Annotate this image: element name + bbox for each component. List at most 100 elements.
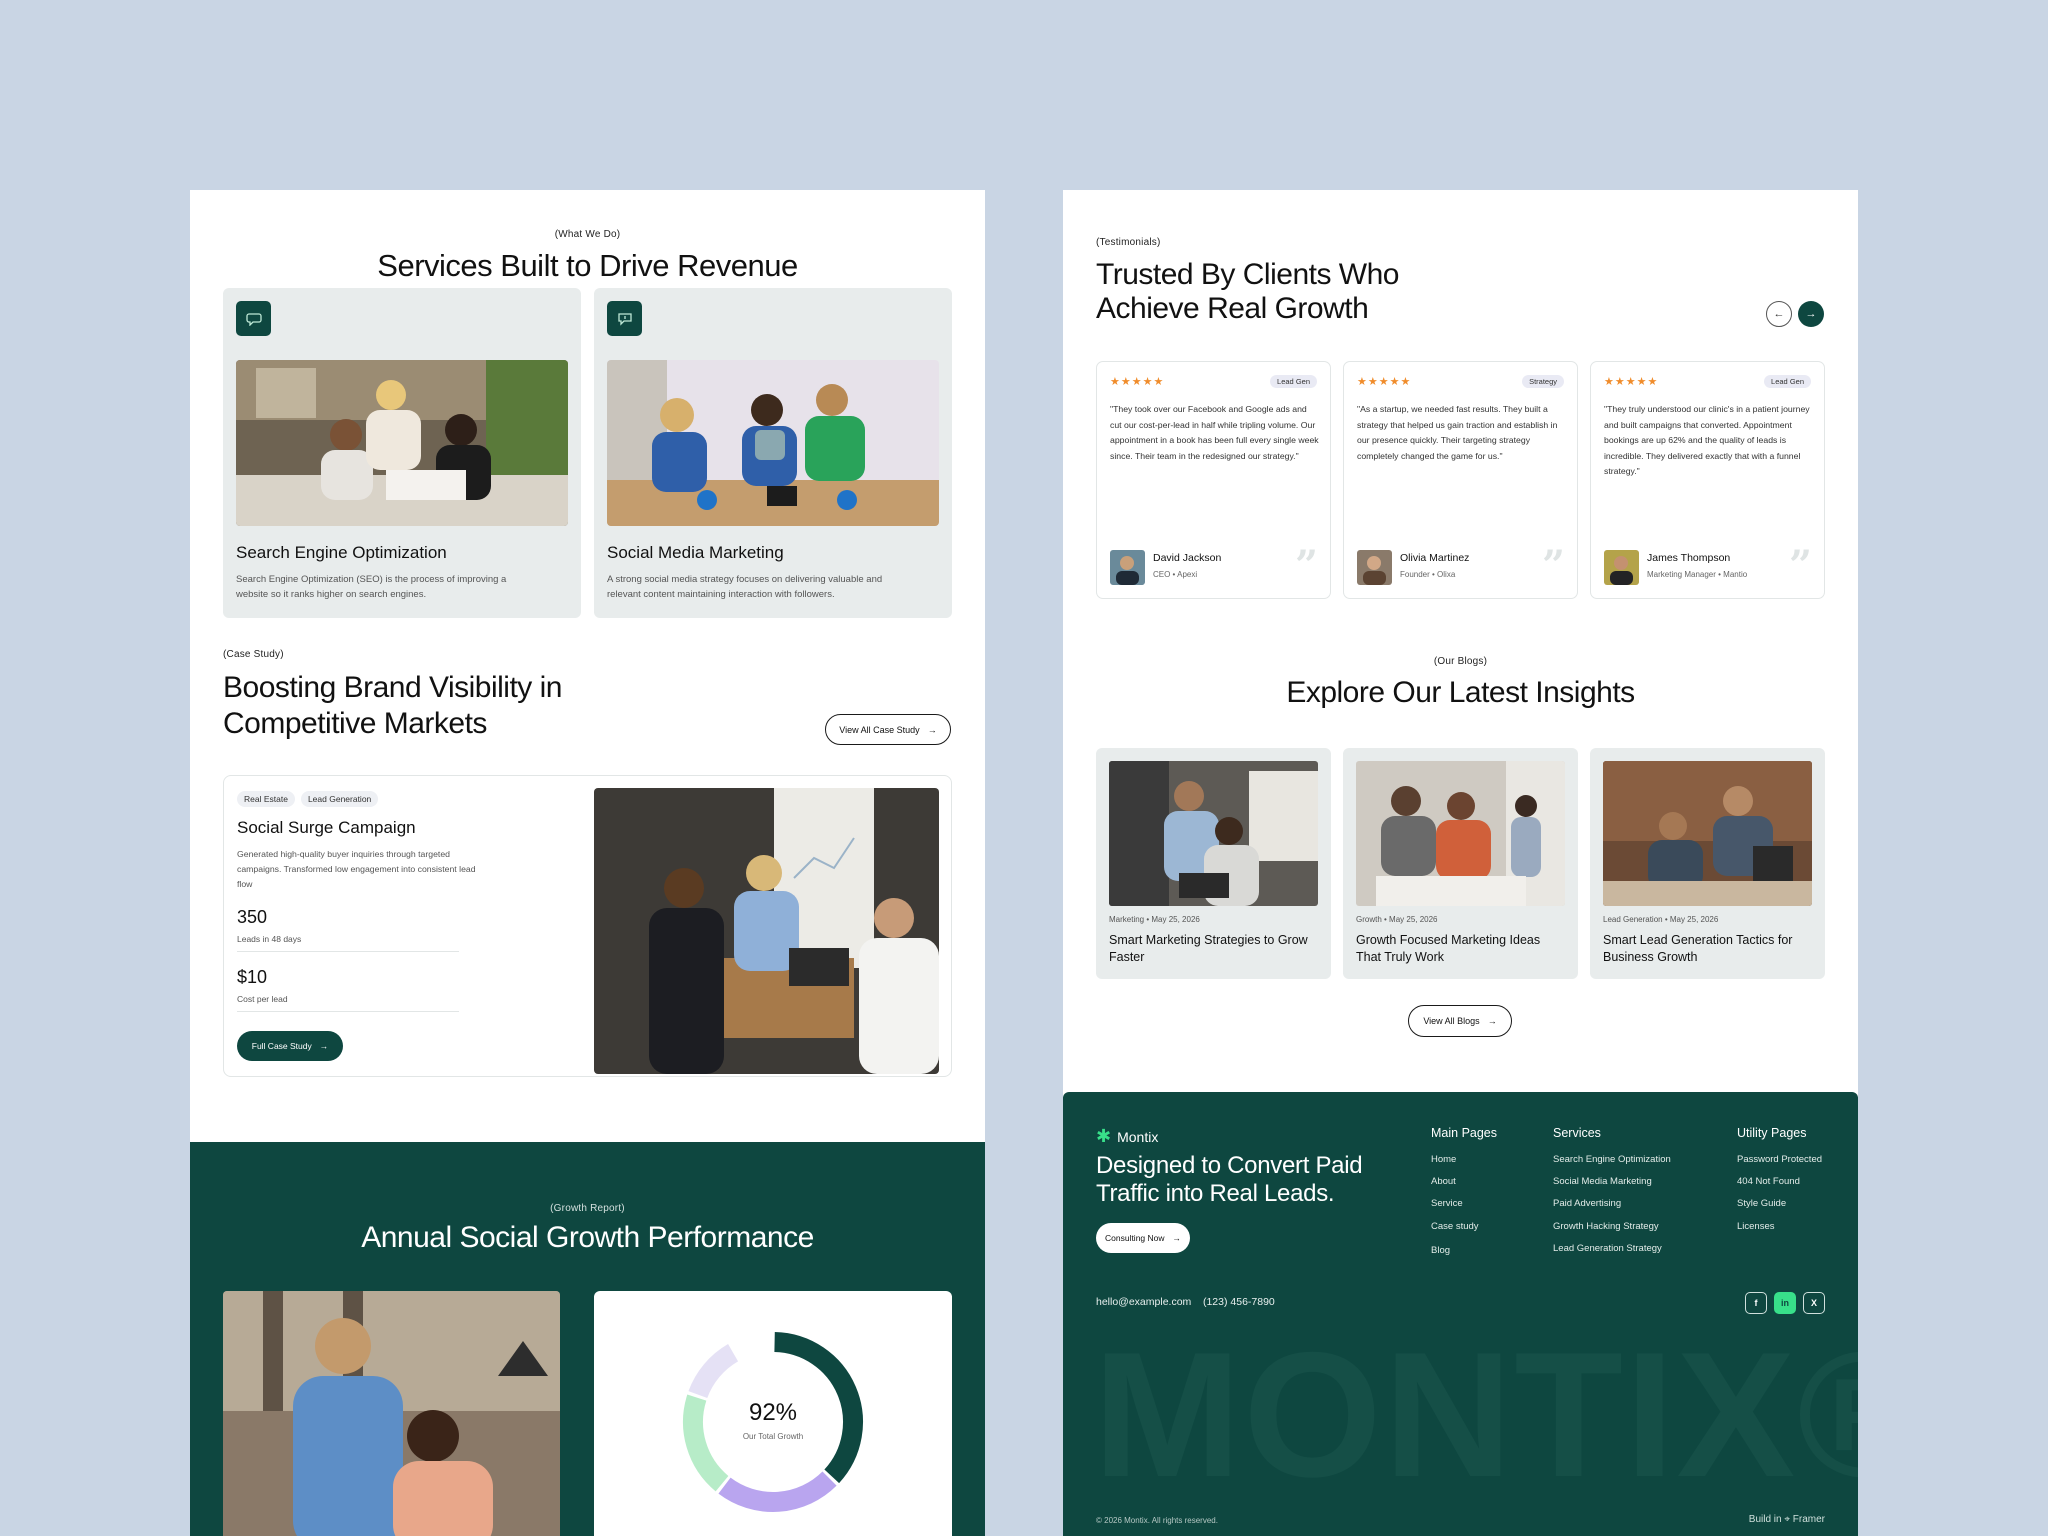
stat-label: Leads in 48 days (237, 934, 302, 944)
testimonial-quote: "They took over our Facebook and Google … (1110, 404, 1319, 461)
footer-link[interactable]: Password Protected (1737, 1154, 1822, 1165)
consulting-now-button[interactable]: Consulting Now → (1096, 1223, 1190, 1253)
avatar (1604, 550, 1639, 585)
donut-label: Our Total Growth (742, 1432, 804, 1441)
footer-link[interactable]: Style Guide (1737, 1198, 1822, 1209)
footer-link[interactable]: 404 Not Found (1737, 1176, 1822, 1187)
button-label: View All Blogs (1423, 1016, 1480, 1026)
services-title: Services Built to Drive Revenue (377, 248, 798, 283)
quote-icon: ” (1541, 542, 1565, 589)
phone-link[interactable]: (123) 456-7890 (1203, 1296, 1275, 1308)
blog-image (1356, 761, 1565, 906)
footer-link[interactable]: Social Media Marketing (1553, 1176, 1671, 1187)
button-label: Consulting Now (1104, 1233, 1165, 1243)
seo-team-image (236, 360, 568, 526)
testimonials-title: Trusted By Clients Who Achieve Real Grow… (1096, 258, 1400, 325)
blog-title: Smart Marketing Strategies to Grow Faste… (1109, 933, 1308, 964)
testimonial-card: ★★★★★ Lead Gen "They truly understood ou… (1590, 361, 1825, 599)
view-all-case-study-button[interactable]: View All Case Study → (825, 714, 951, 745)
service-card-seo[interactable]: Search Engine Optimization Search Engine… (223, 288, 581, 618)
service-name: Search Engine Optimization (236, 543, 447, 562)
blog-card[interactable]: Growth • May 25, 2026 Growth Focused Mar… (1343, 748, 1578, 979)
author-role: Founder • Olixa (1400, 570, 1456, 579)
avatar (1357, 550, 1392, 585)
growth-title: Annual Social Growth Performance (361, 1221, 814, 1254)
blog-card[interactable]: Marketing • May 25, 2026 Smart Marketing… (1096, 748, 1331, 979)
testimonial-card: ★★★★★ Strategy "As a startup, we needed … (1343, 361, 1578, 599)
linkedin-icon[interactable]: in (1774, 1292, 1796, 1314)
footer-column-utility-pages: Utility Pages Password Protected 404 Not… (1737, 1126, 1822, 1243)
column-title: Main Pages (1431, 1126, 1498, 1140)
arrow-right-icon: → (1487, 1016, 1497, 1026)
case-desc: Generated high-quality buyer inquiries t… (237, 849, 476, 889)
prev-arrow-icon[interactable]: ← (1766, 301, 1792, 327)
column-title: Services (1553, 1126, 1601, 1140)
message-icon (607, 301, 642, 336)
blog-meta: Lead Generation • May 25, 2026 (1603, 915, 1719, 924)
footer-link[interactable]: Paid Advertising (1553, 1198, 1671, 1209)
asterisk-logo-icon: ✱ (1096, 1126, 1112, 1146)
star-rating: ★★★★★ (1604, 376, 1659, 388)
footer: ✱ Montix Designed to Convert Paid Traffi… (1063, 1092, 1858, 1536)
service-name: Social Media Marketing (607, 543, 784, 562)
column-title: Utility Pages (1737, 1126, 1807, 1140)
author-name: James Thompson (1647, 552, 1731, 564)
chip: Real Estate (237, 791, 295, 807)
facebook-icon[interactable]: f (1745, 1292, 1767, 1314)
footer-link[interactable]: Service (1431, 1198, 1497, 1209)
growth-tag: (Growth Report) (550, 1203, 625, 1214)
footer-link[interactable]: Growth Hacking Strategy (1553, 1221, 1671, 1232)
arrow-right-icon: → (927, 724, 937, 735)
stat-value: $10 (237, 967, 268, 987)
footer-link[interactable]: Lead Generation Strategy (1553, 1243, 1671, 1254)
service-desc: Search Engine Optimization (SEO) is the … (236, 574, 507, 600)
divider (237, 1011, 459, 1012)
blog-card[interactable]: Lead Generation • May 25, 2026 Smart Lea… (1590, 748, 1825, 979)
blog-title: Growth Focused Marketing Ideas That Trul… (1356, 933, 1541, 964)
donut-segment-secondary (718, 1471, 837, 1512)
testimonial-card: ★★★★★ Lead Gen "They took over our Faceb… (1096, 361, 1331, 599)
quote-icon: ” (1788, 542, 1812, 589)
services-tag: (What We Do) (554, 229, 621, 240)
footer-brand[interactable]: ✱ Montix (1096, 1126, 1158, 1147)
right-panel: (Testimonials) Trusted By Clients Who Ac… (1063, 190, 1858, 1536)
footer-link[interactable]: About (1431, 1176, 1497, 1187)
case-meeting-image (594, 788, 939, 1074)
x-icon[interactable]: X (1803, 1292, 1825, 1314)
star-rating: ★★★★★ (1357, 376, 1412, 388)
footer-column-services: Services Search Engine Optimization Soci… (1553, 1126, 1671, 1265)
copyright: © 2026 Montix. All rights reserved. (1096, 1516, 1218, 1525)
testimonials-tag: (Testimonials) (1096, 237, 1161, 248)
arrow-right-icon: → (319, 1041, 329, 1051)
category-badge: Lead Gen (1270, 375, 1317, 388)
full-case-study-button[interactable]: Full Case Study → (237, 1031, 343, 1061)
case-name: Social Surge Campaign (237, 818, 416, 837)
author-name: David Jackson (1153, 552, 1222, 564)
footer-headline: Designed to Convert Paid Traffic into Re… (1096, 1152, 1363, 1207)
arrow-right-icon: → (1172, 1233, 1182, 1243)
footer-link[interactable]: Licenses (1737, 1221, 1822, 1232)
category-badge: Strategy (1522, 375, 1564, 388)
footer-link[interactable]: Blog (1431, 1245, 1497, 1256)
blogs-title: Explore Our Latest Insights (1286, 676, 1635, 709)
email-link[interactable]: hello@example.com (1096, 1296, 1191, 1308)
case-study-title: Boosting Brand Visibility in Competitive… (223, 671, 562, 740)
author-name: Olivia Martinez (1400, 552, 1470, 564)
social-team-image (607, 360, 939, 526)
build-in-framer-link[interactable]: Build in ⌖ Framer (1749, 1514, 1825, 1525)
footer-link[interactable]: Search Engine Optimization (1553, 1154, 1671, 1165)
view-all-blogs-button[interactable]: View All Blogs → (1408, 1005, 1512, 1037)
next-arrow-icon[interactable]: → (1798, 301, 1824, 327)
category-badge: Lead Gen (1764, 375, 1811, 388)
button-label: Full Case Study (251, 1041, 312, 1051)
blog-title: Smart Lead Generation Tactics for Busine… (1603, 933, 1793, 964)
service-card-smm[interactable]: Social Media Marketing A strong social m… (594, 288, 952, 618)
footer-link[interactable]: Home (1431, 1154, 1497, 1165)
quote-icon: ” (1294, 542, 1318, 589)
chat-bubble-icon (236, 301, 271, 336)
left-panel: (What We Do) Services Built to Drive Rev… (190, 190, 985, 1536)
case-study-tag: (Case Study) (223, 649, 284, 660)
footer-contact: hello@example.com (123) 456-7890 (1096, 1296, 1275, 1308)
footer-link[interactable]: Case study (1431, 1221, 1497, 1232)
blogs-tag: (Our Blogs) (1433, 656, 1488, 667)
